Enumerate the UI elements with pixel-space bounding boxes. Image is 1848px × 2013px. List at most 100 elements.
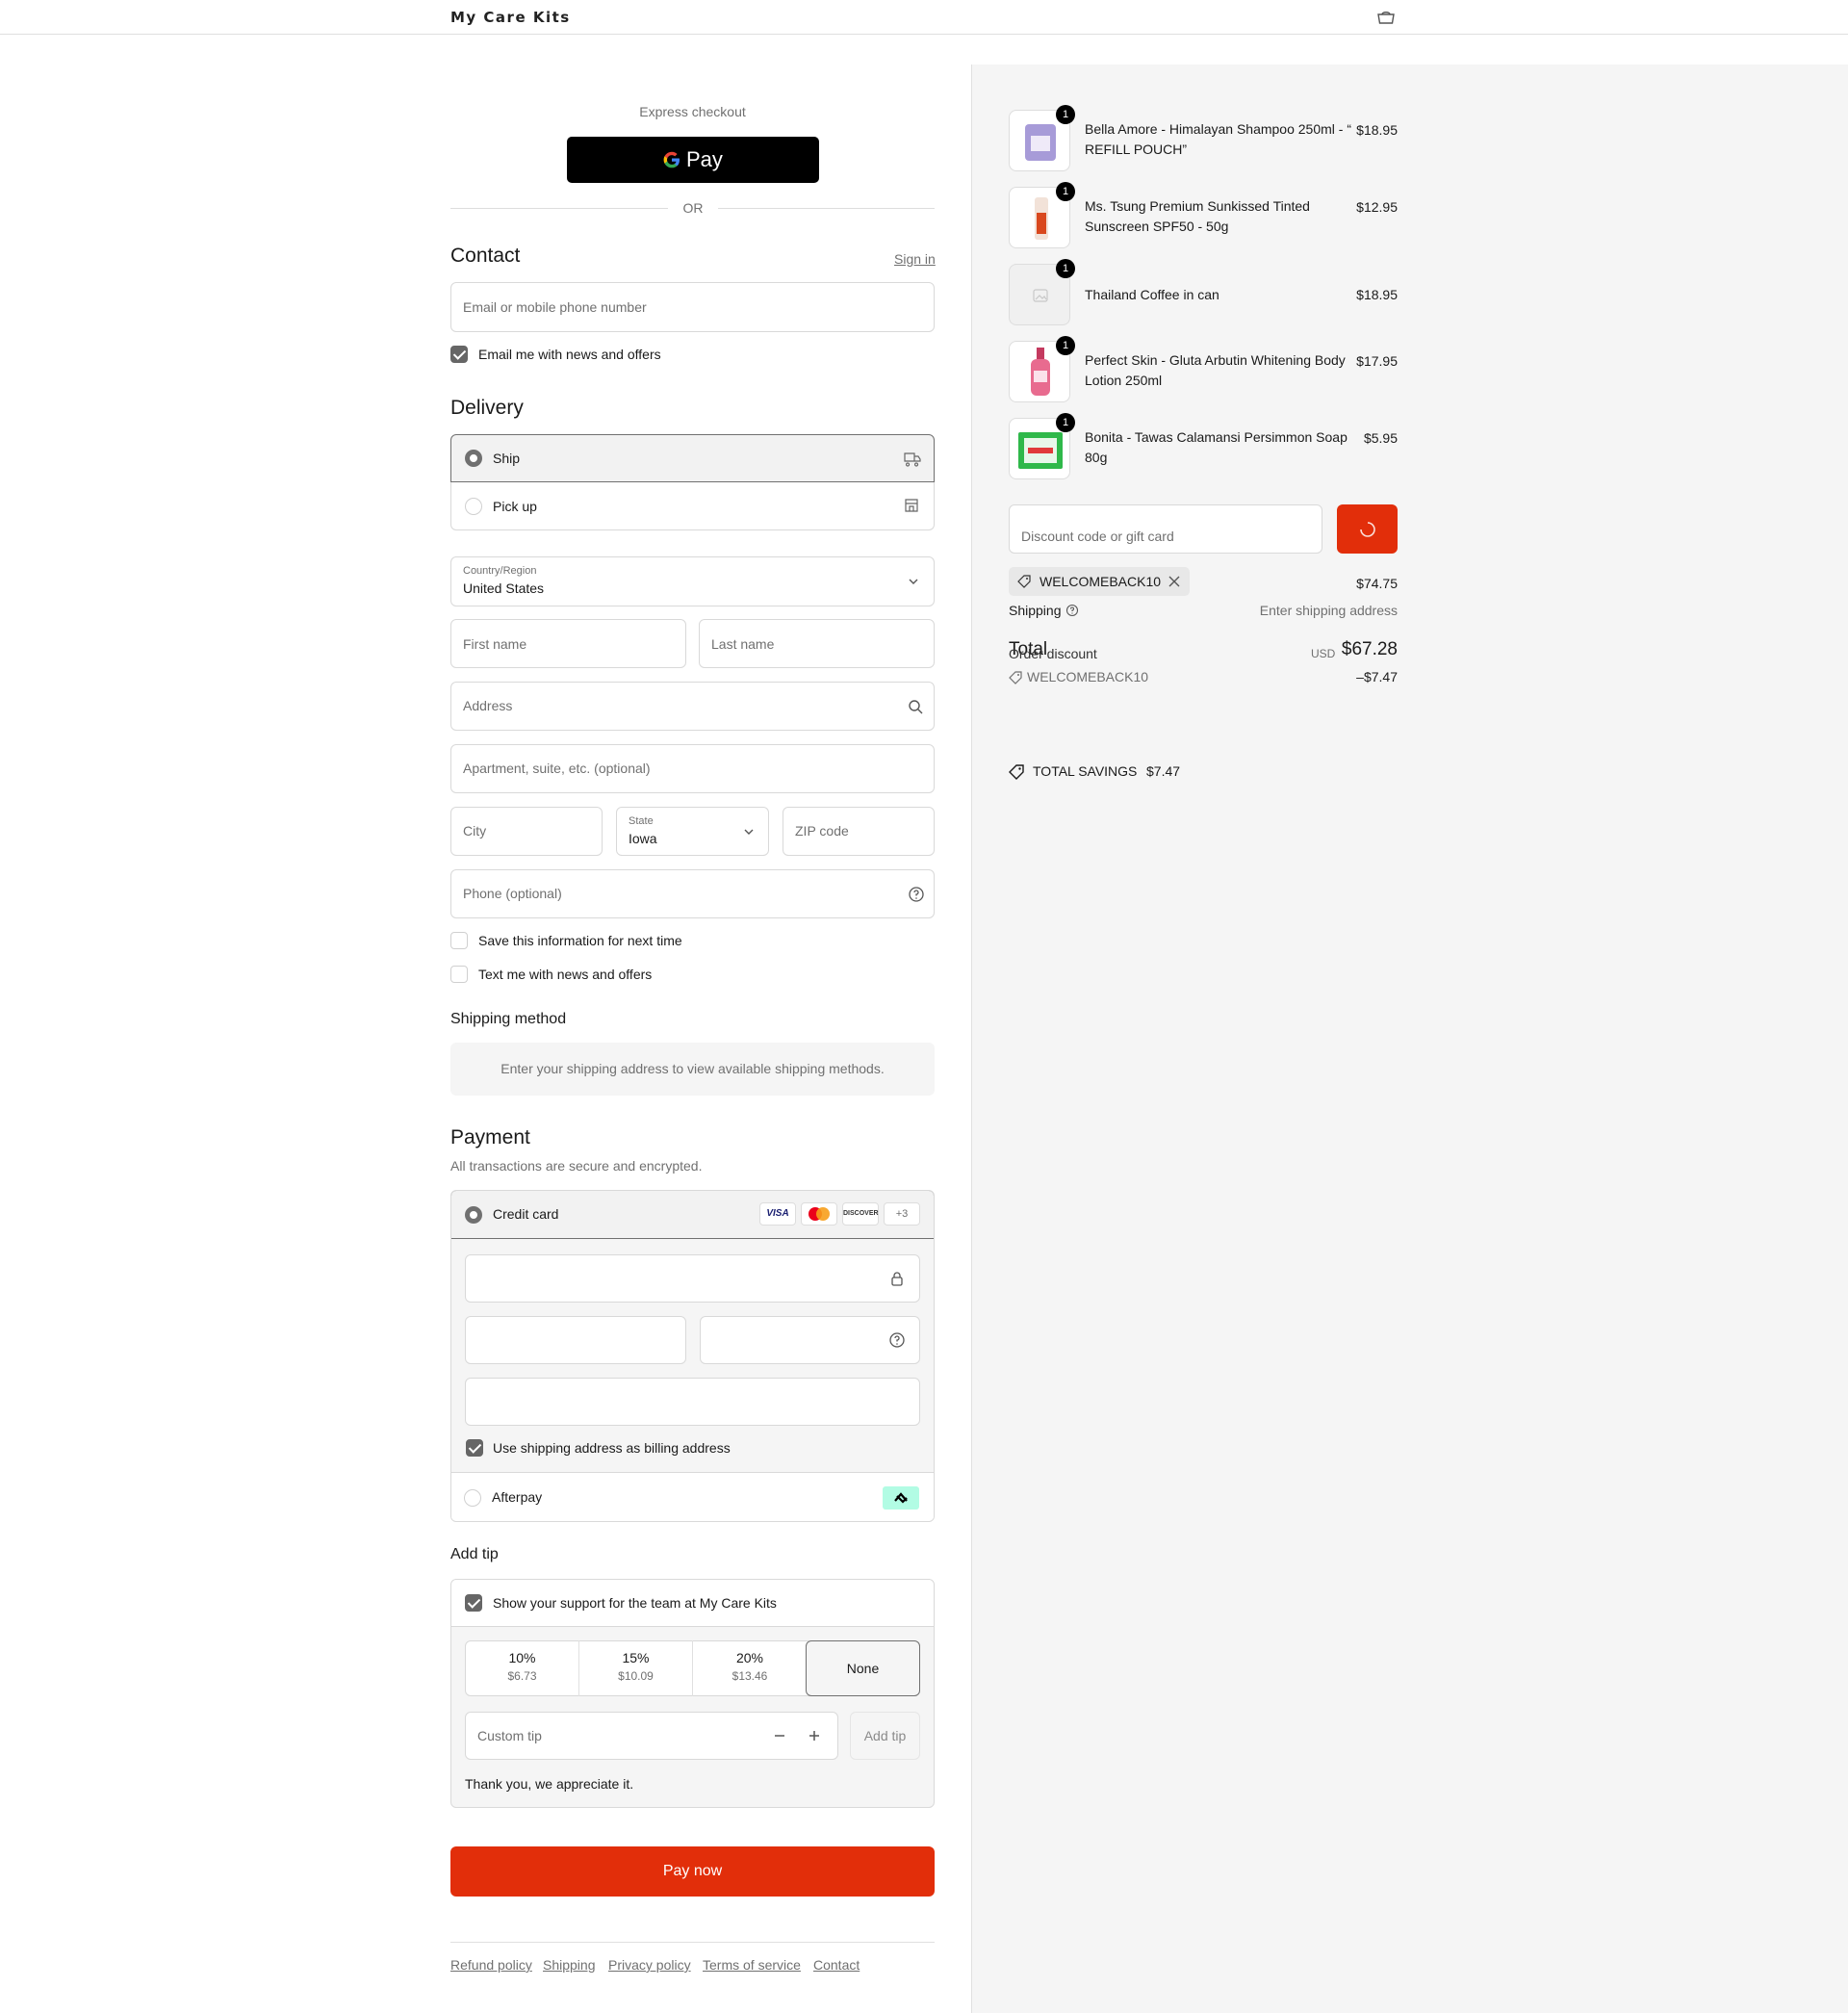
state-select[interactable]: State Iowa (616, 807, 769, 856)
or-divider-text: OR (682, 200, 704, 216)
tip-option-none[interactable]: None (806, 1640, 920, 1696)
divider-left (450, 208, 668, 209)
sign-in-link[interactable]: Sign in (894, 251, 936, 267)
last-name-field[interactable]: Last name (699, 619, 935, 668)
bag-icon[interactable] (1375, 10, 1397, 25)
text-news-checkbox[interactable] (450, 966, 468, 983)
add-tip-title: Add tip (450, 1546, 499, 1562)
plus-icon[interactable] (808, 1730, 820, 1742)
city-placeholder: City (463, 823, 487, 839)
expiry-field[interactable] (465, 1316, 686, 1364)
city-field[interactable]: City (450, 807, 603, 856)
billing-same-label: Use shipping address as billing address (493, 1440, 731, 1456)
first-name-field[interactable]: First name (450, 619, 686, 668)
chevron-down-icon (909, 579, 918, 584)
tip-option-15[interactable]: 15% $10.09 (579, 1640, 693, 1696)
state-label: State (629, 815, 654, 827)
billing-same-checkbox[interactable] (466, 1439, 483, 1457)
email-field[interactable]: Email or mobile phone number (450, 282, 935, 332)
pickup-radio[interactable] (465, 498, 482, 515)
zip-placeholder: ZIP code (795, 823, 849, 839)
custom-tip-placeholder: Custom tip (477, 1728, 542, 1743)
lock-icon (891, 1272, 903, 1286)
card-number-field[interactable] (465, 1254, 920, 1303)
apply-discount-button[interactable] (1337, 504, 1398, 554)
apartment-placeholder: Apartment, suite, etc. (optional) (463, 761, 651, 776)
afterpay-radio[interactable] (464, 1489, 481, 1507)
name-on-card-field[interactable] (465, 1378, 920, 1426)
afterpay-icon (894, 1492, 908, 1504)
tip-support-checkbox[interactable] (465, 1594, 482, 1612)
help-icon[interactable] (888, 1331, 906, 1349)
phone-field[interactable]: Phone (optional) (450, 869, 935, 918)
add-tip-label: Add tip (863, 1728, 907, 1743)
tip-support-label: Show your support for the team at My Car… (493, 1595, 777, 1611)
pickup-label: Pick up (493, 499, 537, 514)
item-price: $17.95 (1356, 353, 1398, 369)
item-price: $18.95 (1356, 287, 1398, 302)
tag-icon (1017, 575, 1031, 588)
image-placeholder-icon (1033, 289, 1048, 302)
ship-option[interactable]: Ship (450, 434, 935, 482)
savings-tag-icon (1009, 764, 1024, 780)
address-field[interactable]: Address (450, 682, 935, 731)
footer-divider (450, 1942, 935, 1943)
quantity-badge: 1 (1056, 336, 1075, 355)
quantity-badge: 1 (1056, 105, 1075, 124)
header: My Care Kits (0, 0, 1848, 35)
tip-option-20[interactable]: 20% $13.46 (693, 1640, 807, 1696)
afterpay-option[interactable]: Afterpay (451, 1472, 934, 1521)
email-news-checkbox[interactable] (450, 346, 468, 363)
state-value: Iowa (629, 831, 657, 846)
search-icon (909, 700, 923, 714)
save-info-label: Save this information for next time (478, 933, 682, 948)
email-news-label: Email me with news and offers (478, 347, 661, 362)
gpay-button[interactable]: Pay (567, 137, 819, 183)
discount-code-field[interactable]: Discount code or gift card (1009, 504, 1322, 554)
tip-percent: 10% (508, 1650, 536, 1665)
pay-now-label: Pay now (662, 1863, 723, 1879)
minus-icon[interactable] (774, 1730, 785, 1742)
tip-amount: $10.09 (618, 1669, 654, 1683)
security-code-field[interactable] (700, 1316, 920, 1364)
privacy-policy-link[interactable]: Privacy policy (608, 1957, 691, 1973)
contact-link[interactable]: Contact (813, 1957, 860, 1973)
credit-card-radio[interactable] (465, 1206, 482, 1224)
tip-amount: $6.73 (507, 1669, 537, 1683)
add-tip-button[interactable]: Add tip (850, 1712, 920, 1760)
country-select[interactable]: Country/Region United States (450, 556, 935, 606)
save-info-checkbox[interactable] (450, 932, 468, 949)
help-icon[interactable] (1065, 604, 1079, 617)
close-icon[interactable] (1168, 576, 1180, 587)
item-name: Perfect Skin - Gluta Arbutin Whitening B… (1085, 352, 1346, 388)
visa-logo: VISA (759, 1202, 796, 1226)
shipping-link[interactable]: Shipping (543, 1957, 596, 1973)
loading-spinner-icon (1360, 522, 1375, 537)
help-icon[interactable] (908, 886, 925, 903)
total-savings-label: TOTAL SAVINGS (1033, 763, 1138, 779)
item-price: $12.95 (1356, 199, 1398, 215)
zip-field[interactable]: ZIP code (783, 807, 935, 856)
ship-label: Ship (493, 451, 521, 466)
total-value: $67.28 (1341, 639, 1398, 659)
quantity-badge: 1 (1056, 259, 1075, 278)
pickup-option[interactable]: Pick up (450, 482, 935, 530)
pay-now-button[interactable]: Pay now (450, 1846, 935, 1897)
tip-amount: $13.46 (732, 1669, 768, 1683)
tip-percent: 20% (735, 1650, 764, 1665)
shipping-method-title: Shipping method (450, 1011, 567, 1027)
divider-right (718, 208, 935, 209)
terms-link[interactable]: Terms of service (703, 1957, 801, 1973)
phone-placeholder: Phone (optional) (463, 886, 562, 901)
tip-option-10[interactable]: 10% $6.73 (466, 1640, 579, 1696)
order-discount-label: Order discount (1009, 646, 1097, 661)
item-name: Ms. Tsung Premium Sunkissed Tinted Sunsc… (1085, 198, 1310, 234)
refund-policy-link[interactable]: Refund policy (450, 1957, 532, 1973)
item-name: Thailand Coffee in can (1085, 287, 1219, 302)
apartment-field[interactable]: Apartment, suite, etc. (optional) (450, 744, 935, 793)
ship-radio[interactable] (465, 450, 482, 467)
delivery-title: Delivery (450, 397, 524, 419)
custom-tip-field[interactable]: Custom tip (465, 1712, 838, 1760)
quantity-badge: 1 (1056, 413, 1075, 432)
store-logo[interactable]: My Care Kits (450, 9, 571, 26)
